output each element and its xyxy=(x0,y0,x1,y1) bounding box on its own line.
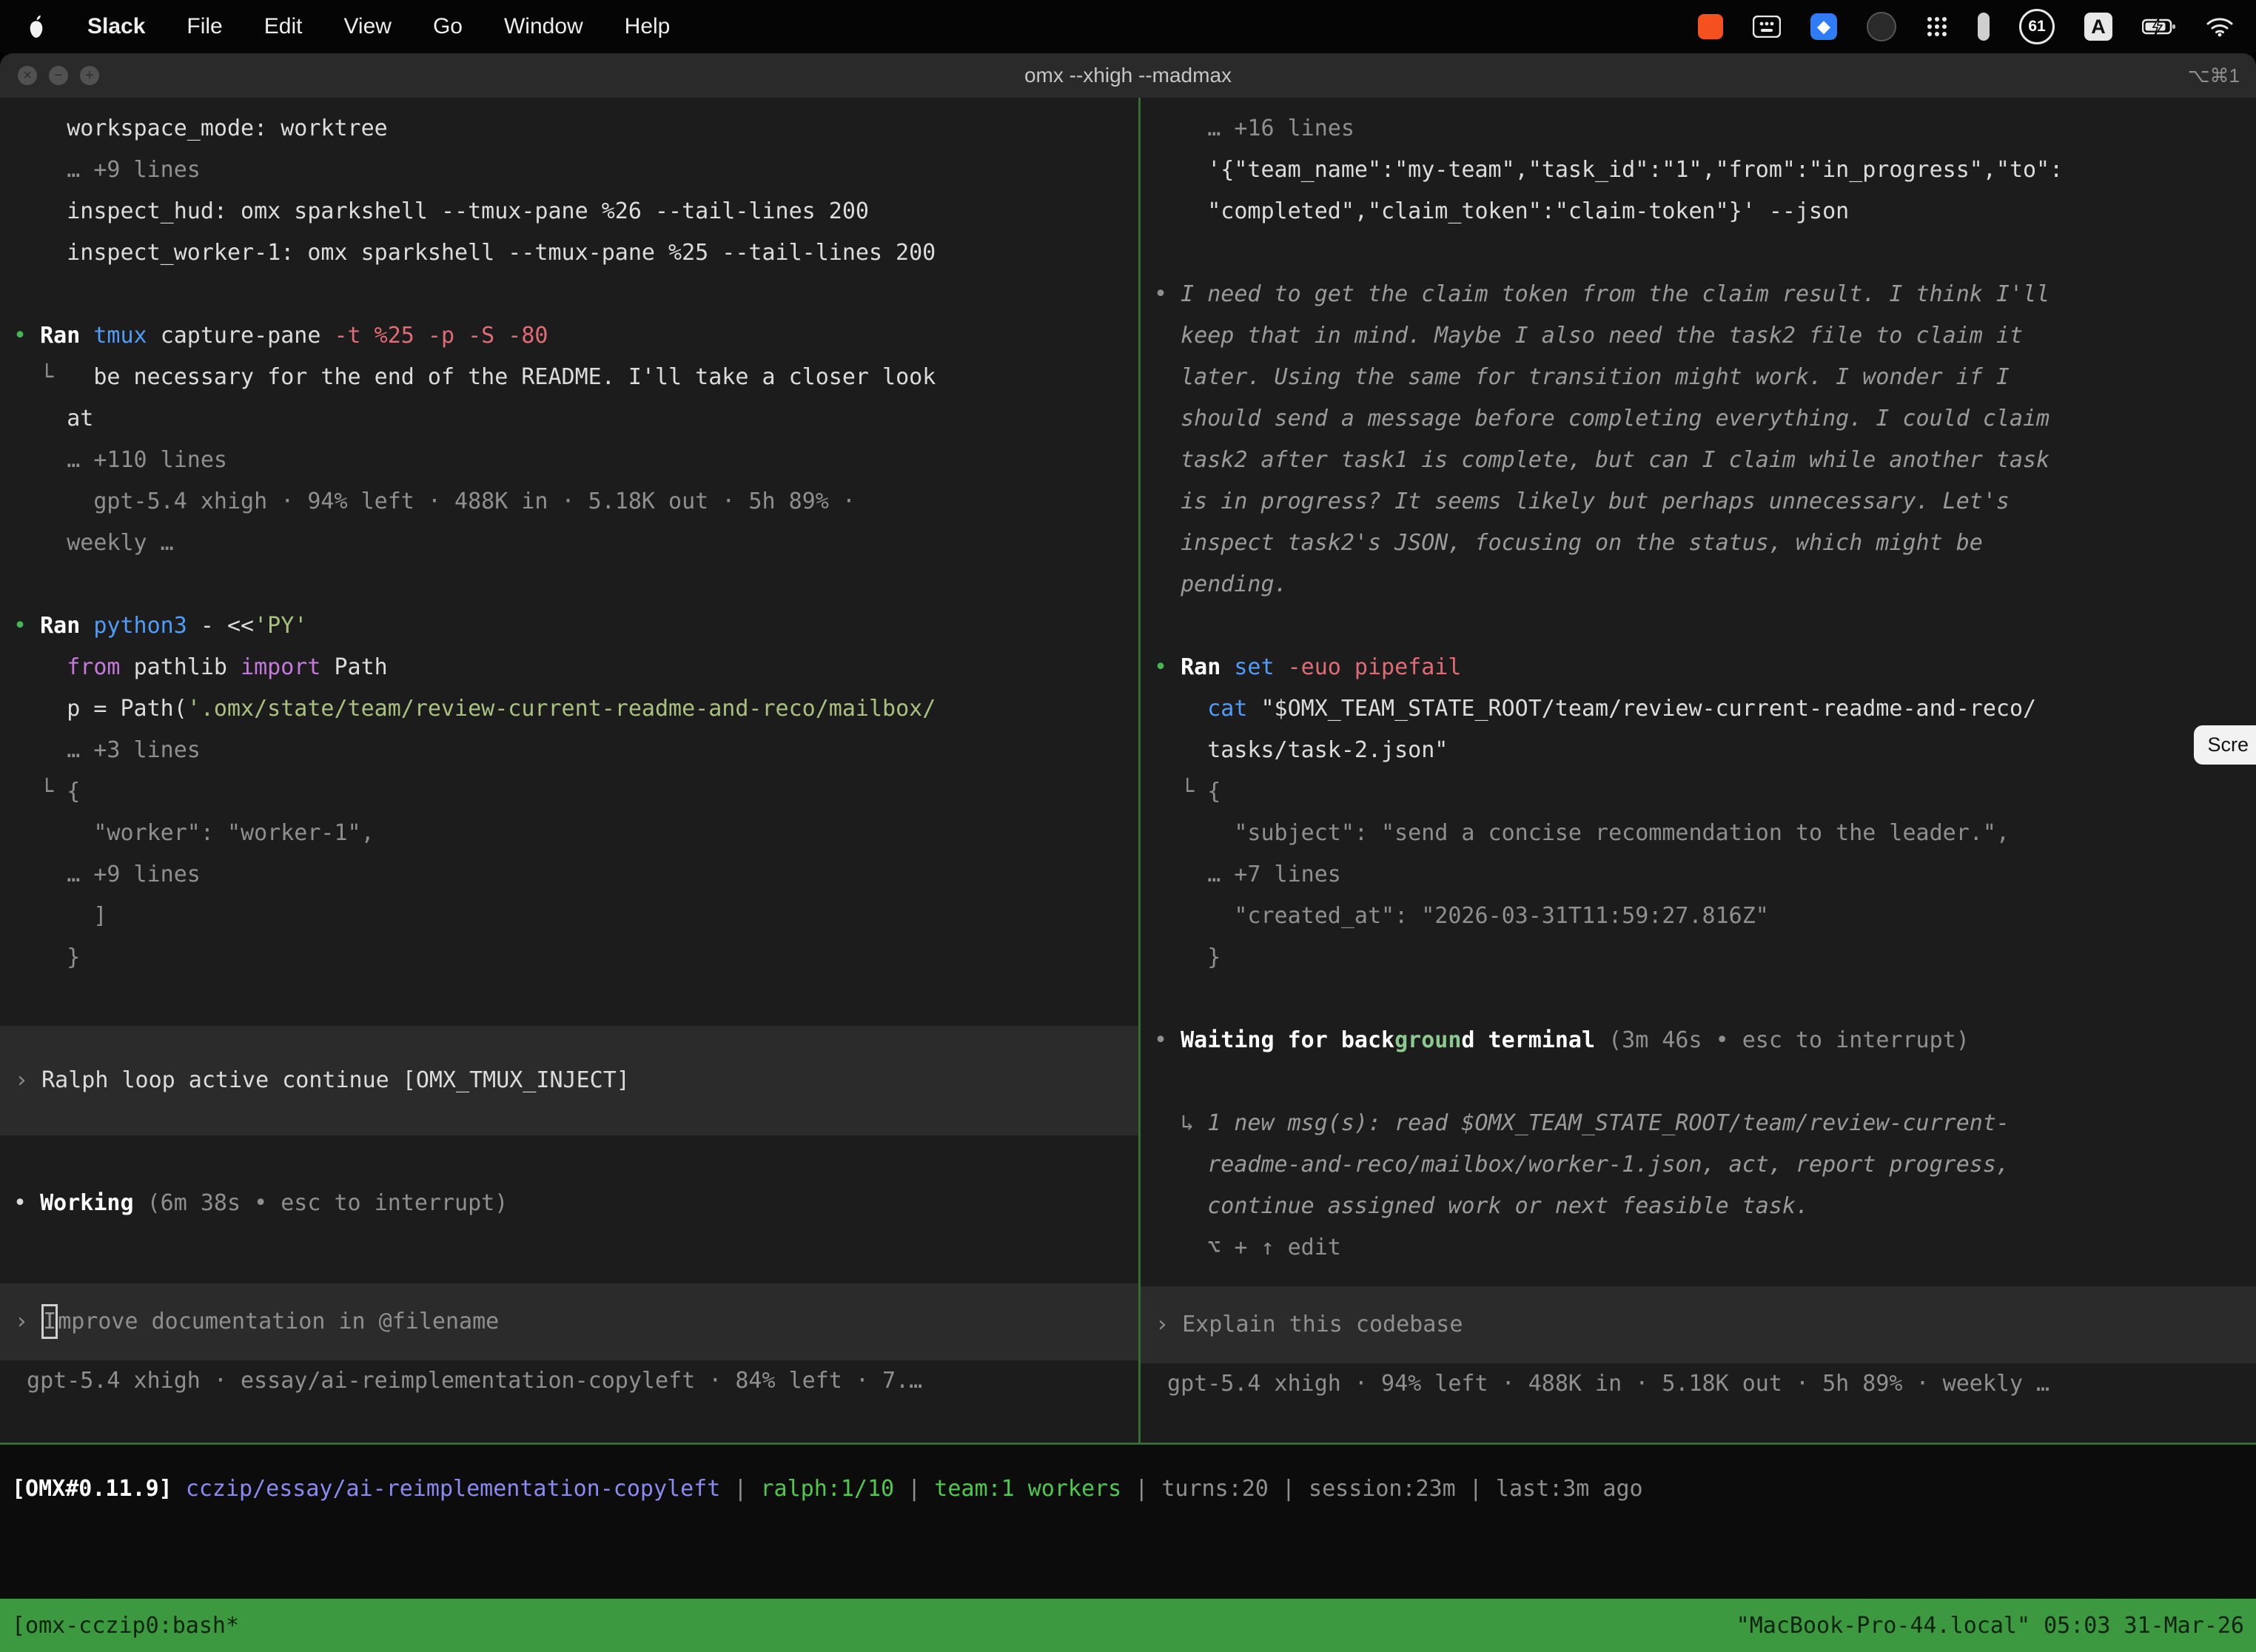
terminal-line: cat "$OMX_TEAM_STATE_ROOT/team/review-cu… xyxy=(1154,688,2256,730)
menu-item-go[interactable]: Go xyxy=(433,14,463,39)
blank-line xyxy=(1154,978,2256,1020)
terminal-line: inspect_worker-1: omx sparkshell --tmux-… xyxy=(13,232,1138,274)
tmux-session-label: [omx-cczip0:bash* xyxy=(12,1613,239,1639)
terminal-line: tasks/task-2.json" xyxy=(1154,730,2256,771)
terminal-line: later. Using the same for transition mig… xyxy=(1154,357,2256,398)
terminal-line: • Ran set -euo pipefail xyxy=(1154,647,2256,688)
grid-icon[interactable] xyxy=(1753,10,1781,43)
menu-item-help[interactable]: Help xyxy=(625,14,671,39)
terminal-line: "worker": "worker-1", xyxy=(13,813,1138,854)
menu-item-view[interactable]: View xyxy=(343,14,391,39)
terminal-line: • Working (6m 38s • esc to interrupt) xyxy=(13,1183,1138,1224)
terminal-line: └ { xyxy=(13,771,1138,813)
screen-capture-tooltip: Scre xyxy=(2194,725,2256,765)
terminal-line: at xyxy=(13,398,1138,440)
screen-recording-icon[interactable] xyxy=(1698,14,1723,39)
terminal-line: • Waiting for background terminal (3m 46… xyxy=(1154,1020,2256,1061)
terminal-line: • Ran python3 - <<'PY' xyxy=(13,605,1138,647)
terminal-line: ] xyxy=(13,896,1138,937)
dots-grid-icon[interactable] xyxy=(1926,10,1948,43)
terminal-line: inspect_hud: omx sparkshell --tmux-pane … xyxy=(13,191,1138,232)
menubar-left: Slack File Edit View Go Window Help xyxy=(0,14,670,39)
omx-status-line: [OMX#0.11.9] cczip/essay/ai-reimplementa… xyxy=(0,1445,2256,1510)
count-badge-icon[interactable]: 61 xyxy=(2019,9,2055,44)
right-pane: … +16 lines '{"team_name":"my-team","tas… xyxy=(1141,98,2256,1443)
terminal-line: task2 after task1 is complete, but can I… xyxy=(1154,440,2256,481)
terminal-line: continue assigned work or next feasible … xyxy=(1154,1186,2256,1227)
terminal-line: workspace_mode: worktree xyxy=(13,108,1138,150)
titlebar[interactable]: × − + omx --xhigh --madmax ⌥⌘1 xyxy=(0,53,2256,98)
terminal-line: └ { xyxy=(1154,771,2256,813)
raycast-icon[interactable]: ◆ xyxy=(1810,13,1837,40)
terminal-line: keep that in mind. Maybe I also need the… xyxy=(1154,315,2256,357)
terminal-line: gpt-5.4 xhigh · essay/ai-reimplementatio… xyxy=(13,1360,1138,1402)
battery-icon[interactable] xyxy=(2142,10,2176,43)
prompt-input[interactable]: › Improve documentation in @filename xyxy=(0,1283,1138,1360)
wifi-icon[interactable] xyxy=(2206,10,2234,43)
terminal-line: ⌥ + ↑ edit xyxy=(1154,1227,2256,1269)
menu-item-app[interactable]: Slack xyxy=(87,14,145,39)
menubar: Slack File Edit View Go Window Help ◆ 61 A xyxy=(0,0,2256,53)
tmux-panes: workspace_mode: worktree … +9 lines insp… xyxy=(0,98,2256,1443)
terminal-line: • Ran tmux capture-pane -t %25 -p -S -80 xyxy=(13,315,1138,357)
terminal-line: from pathlib import Path xyxy=(13,647,1138,688)
terminal-line: "completed","claim_token":"claim-token"}… xyxy=(1154,191,2256,232)
terminal-line: gpt-5.4 xhigh · 94% left · 488K in · 5.1… xyxy=(1154,1363,2256,1405)
window-title: omx --xhigh --madmax xyxy=(0,53,2256,98)
terminal-line: p = Path('.omx/state/team/review-current… xyxy=(13,688,1138,730)
terminal-line: gpt-5.4 xhigh · 94% left · 488K in · 5.1… xyxy=(13,481,1138,523)
menubar-items: File Edit View Go Window Help xyxy=(187,14,670,39)
left-pane: workspace_mode: worktree … +9 lines insp… xyxy=(0,98,1138,1443)
terminal-line: '{"team_name":"my-team","task_id":"1","f… xyxy=(1154,150,2256,191)
omx-status-line-content: [OMX#0.11.9] cczip/essay/ai-reimplementa… xyxy=(12,1468,2256,1510)
terminal-line: • I need to get the claim token from the… xyxy=(1154,274,2256,315)
terminal-window: × − + omx --xhigh --madmax ⌥⌘1 workspace… xyxy=(0,53,2256,1652)
terminal-line: inspect task2's JSON, focusing on the st… xyxy=(1154,523,2256,564)
menu-item-edit[interactable]: Edit xyxy=(264,14,303,39)
inject-banner: › Ralph loop active continue [OMX_TMUX_I… xyxy=(0,1026,1138,1135)
apple-menu-icon[interactable] xyxy=(27,15,46,38)
terminal-line: "created_at": "2026-03-31T11:59:27.816Z" xyxy=(1154,896,2256,937)
terminal-line: readme-and-reco/mailbox/worker-1.json, a… xyxy=(1154,1144,2256,1186)
blank-line xyxy=(13,564,1138,605)
input-source-icon[interactable]: A xyxy=(2084,13,2112,41)
terminal-line: is in progress? It seems likely but perh… xyxy=(1154,481,2256,523)
key-icon[interactable] xyxy=(1978,13,1990,41)
terminal-line: … +16 lines xyxy=(1154,108,2256,150)
window-shortcut-hint: ⌥⌘1 xyxy=(2188,53,2240,98)
desktop: Slack File Edit View Go Window Help ◆ 61 A xyxy=(0,0,2256,1652)
tmux-host-clock: "MacBook-Pro-44.local" 05:03 31-Mar-26 xyxy=(1736,1613,2244,1639)
terminal-line: "subject": "send a concise recommendatio… xyxy=(1154,813,2256,854)
omx-status-pane: [OMX#0.11.9] cczip/essay/ai-reimplementa… xyxy=(0,1445,2256,1599)
terminal-line: pending. xyxy=(1154,564,2256,605)
menubar-status-icons: ◆ 61 A xyxy=(1698,9,2256,44)
prompt-suggestion[interactable]: › Explain this codebase xyxy=(1141,1286,2256,1363)
terminal-line: └ be necessary for the end of the README… xyxy=(13,357,1138,398)
menu-item-window[interactable]: Window xyxy=(504,14,583,39)
terminal-line: } xyxy=(1154,937,2256,978)
terminal-line: … +9 lines xyxy=(13,854,1138,896)
blank-line xyxy=(13,274,1138,315)
terminal-line: } xyxy=(13,937,1138,978)
terminal-line: … +3 lines xyxy=(13,730,1138,771)
menu-item-file[interactable]: File xyxy=(187,14,222,39)
blank-line xyxy=(1154,605,2256,647)
blank-line xyxy=(13,978,1138,1020)
blank-line xyxy=(1154,232,2256,274)
dark-app-icon[interactable] xyxy=(1867,12,1896,41)
tmux-status-bar: [omx-cczip0:bash* "MacBook-Pro-44.local"… xyxy=(0,1599,2256,1652)
terminal-line: … +110 lines xyxy=(13,440,1138,481)
blank-line xyxy=(13,1141,1138,1183)
terminal-line: should send a message before completing … xyxy=(1154,398,2256,440)
terminal-line: … +9 lines xyxy=(13,150,1138,191)
terminal-line: ↳ 1 new msg(s): read $OMX_TEAM_STATE_ROO… xyxy=(1154,1103,2256,1144)
terminal-line: weekly … xyxy=(13,523,1138,564)
blank-line xyxy=(13,1224,1138,1266)
blank-line xyxy=(1154,1061,2256,1103)
terminal-line: … +7 lines xyxy=(1154,854,2256,896)
